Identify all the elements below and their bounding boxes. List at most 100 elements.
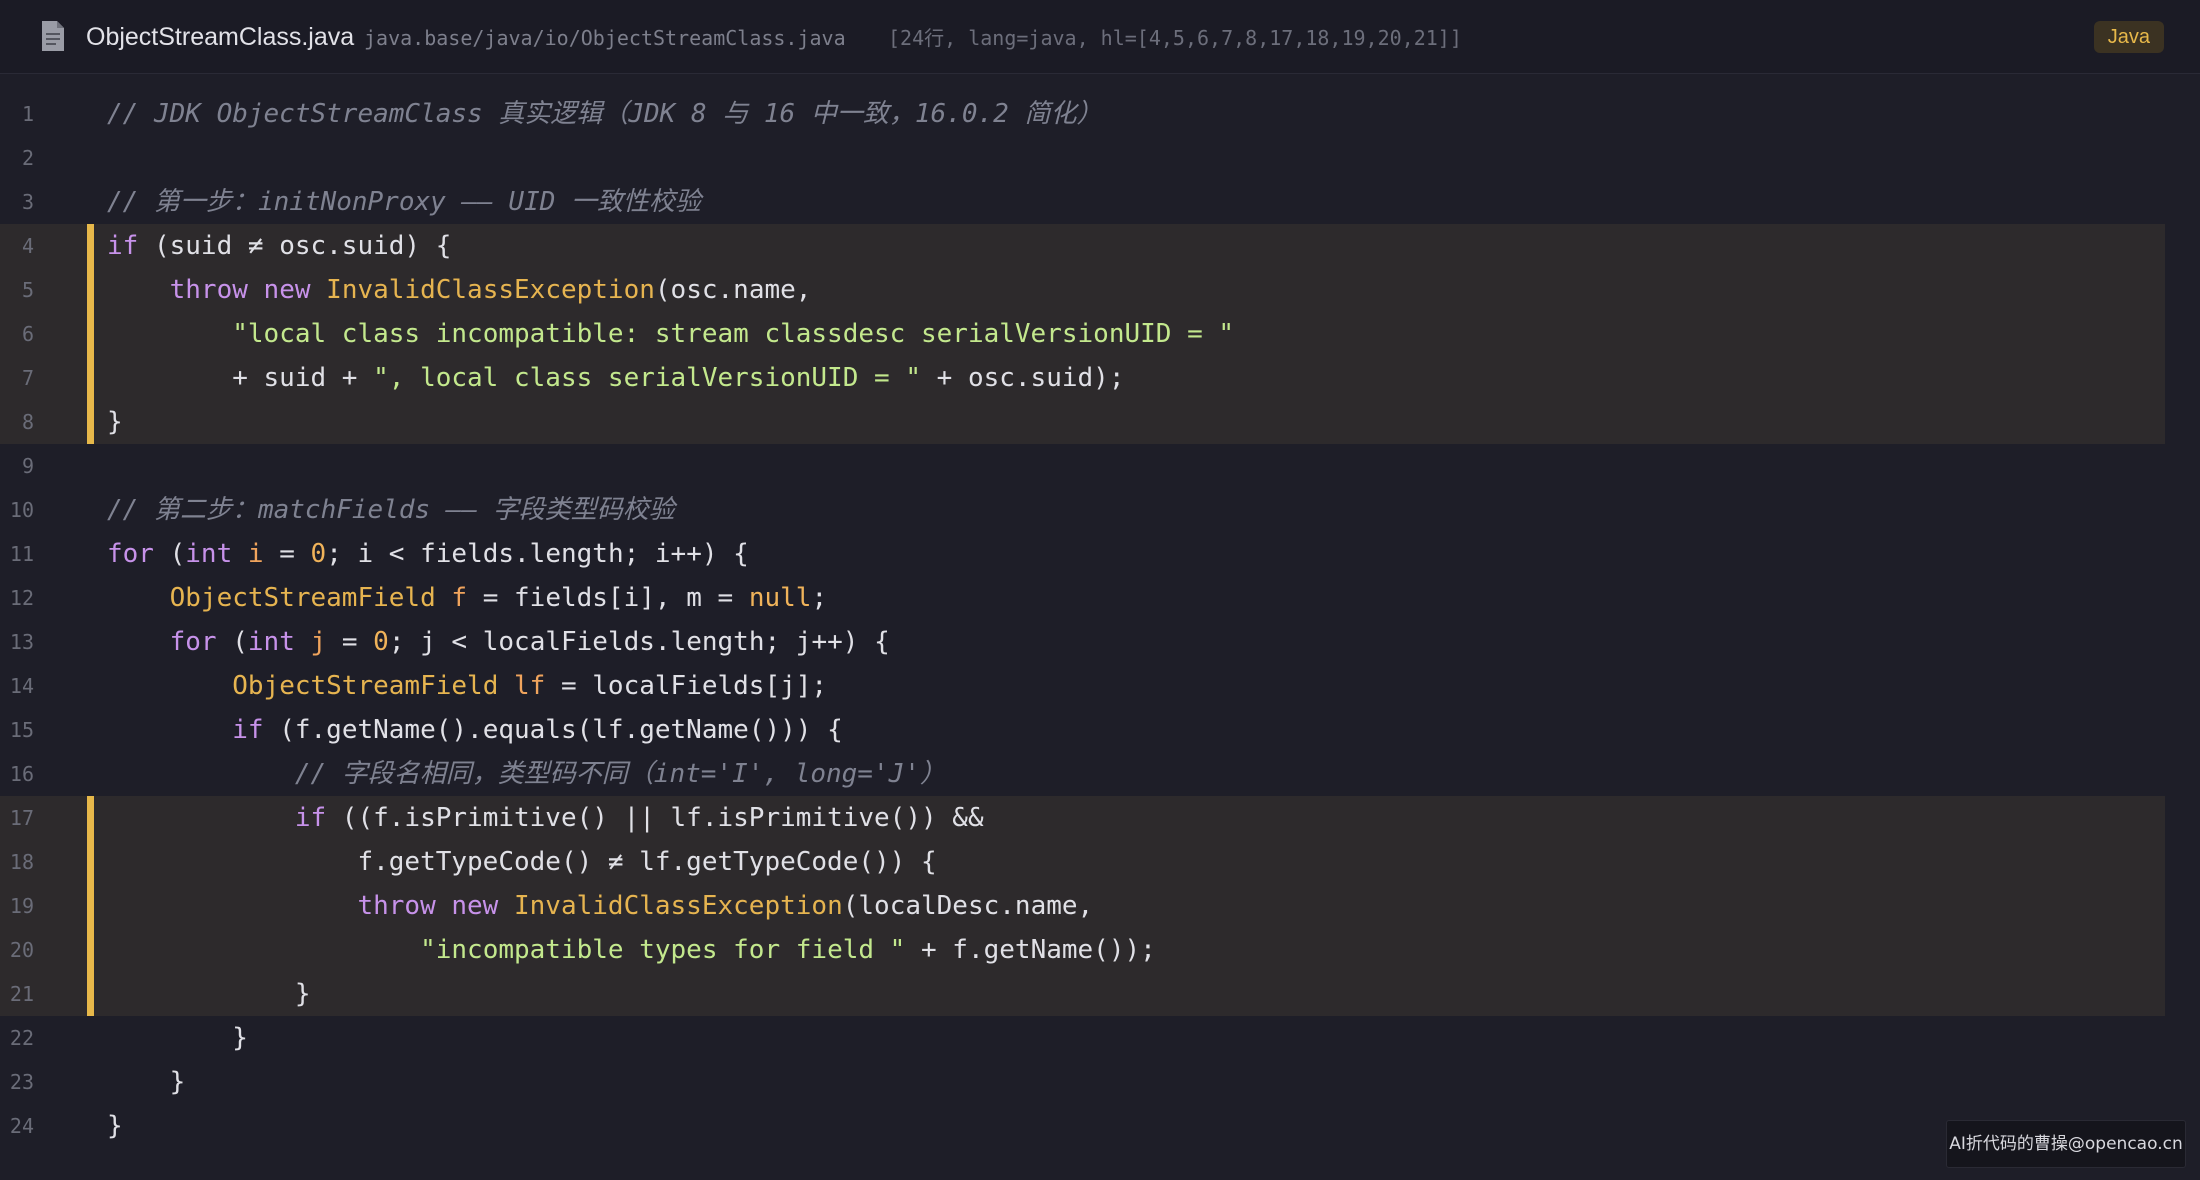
code-token: ( [153, 539, 186, 569]
code-token: for [169, 627, 217, 657]
code-line: 24} [0, 1104, 2165, 1148]
code-line: 21 } [0, 972, 2165, 1016]
code-token: (suid ≠ osc.suid) { [138, 231, 452, 261]
code-line: 2 [0, 136, 2165, 180]
line-number: 17 [9, 806, 34, 830]
code-token: // JDK ObjectStreamClass 真实逻辑（JDK 8 与 16… [107, 99, 1103, 129]
line-number: 1 [21, 102, 34, 126]
code-token: (localDesc.name, [842, 891, 1094, 921]
code-token: = [263, 539, 311, 569]
code-token: } [107, 1067, 186, 1097]
code-line: 1 // JDK ObjectStreamClass 真实逻辑（JDK 8 与 1… [0, 92, 2165, 136]
code-token: ObjectStreamField [169, 583, 436, 613]
code-line: 3 // 第一步：initNonProxy —— UID 一致性校验 [0, 180, 2165, 224]
line-number: 11 [9, 542, 34, 566]
code-line: 23 } [0, 1060, 2165, 1104]
code-token: 0 [310, 539, 327, 569]
line-number: 15 [9, 718, 34, 742]
code-text: if (suid ≠ osc.suid) { [107, 224, 451, 268]
code-token: } [107, 979, 311, 1009]
code-line: 18 f.getTypeCode() ≠ lf.getTypeCode()) { [0, 840, 2165, 884]
line-number: 21 [9, 982, 34, 1006]
code-text: throw new InvalidClassException(osc.name… [107, 268, 812, 312]
line-number: 12 [9, 586, 34, 610]
line-number: 18 [9, 850, 34, 874]
line-number: 23 [9, 1070, 34, 1094]
code-token: f.getTypeCode() ≠ lf.getTypeCode()) { [107, 847, 937, 877]
language-badge: Java [2093, 21, 2164, 53]
code-token: 0 [373, 627, 389, 657]
watermark: AI折代码的曹操@opencao.cn [1946, 1120, 2186, 1168]
code-text: f.getTypeCode() ≠ lf.getTypeCode()) { [107, 840, 937, 884]
line-number: 13 [9, 630, 34, 654]
code-text: if ((f.isPrimitive() || lf.isPrimitive()… [107, 796, 984, 840]
line-number: 3 [21, 190, 34, 214]
line-number: 24 [9, 1114, 34, 1138]
code-token: ((f.isPrimitive() || lf.isPrimitive()) &… [326, 803, 984, 833]
code-text: + suid + ", local class serialVersionUID… [107, 356, 1124, 400]
code-token: for [107, 539, 154, 569]
line-number: 4 [21, 234, 34, 258]
code-token: (f.getName().equals(lf.getName())) { [263, 715, 843, 745]
code-text: } [107, 1016, 248, 1060]
file-name: ObjectStreamClass.java [86, 23, 355, 51]
code-line: 11 for (int i = 0; i < fields.length; i++… [0, 532, 2165, 576]
code-token: = fields[i], m = [467, 583, 749, 613]
code-token: int [185, 539, 233, 569]
code-line: 15 if (f.getName().equals(lf.getName()))… [0, 708, 2165, 752]
code-token: i [247, 539, 264, 569]
code-line: 4 if (suid ≠ osc.suid) { [0, 224, 2165, 268]
code-line: 13 for (int j = 0; j < localFields.lengt… [0, 620, 2165, 664]
code-token: ObjectStreamField [232, 671, 499, 701]
code-token: lf [514, 671, 546, 701]
code-token: } [107, 1111, 123, 1141]
code-text: ObjectStreamField lf = localFields[j]; [107, 664, 827, 708]
code-token: + suid + [107, 363, 374, 393]
code-token: + f.getName()); [905, 935, 1156, 965]
code-token: InvalidClassException [514, 891, 843, 921]
code-token: ; j < localFields.length; j++) { [388, 627, 890, 657]
code-text: "local class incompatible: stream classd… [107, 312, 1234, 356]
file-icon [42, 21, 64, 51]
code-text: // 字段名相同，类型码不同（int='I', long='J'） [107, 752, 946, 796]
code-token: ; i < fields.length; i++) { [326, 539, 749, 569]
code-token: = [326, 627, 374, 657]
code-token: f [451, 583, 468, 613]
code-token: } [107, 407, 123, 437]
line-number: 22 [9, 1026, 34, 1050]
code-line: 19 throw new InvalidClassException(local… [0, 884, 2165, 928]
code-token: (osc.name, [654, 275, 812, 305]
code-line: 14 ObjectStreamField lf = localFields[j]… [0, 664, 2165, 708]
code-text: } [107, 1060, 186, 1104]
line-number: 19 [9, 894, 34, 918]
code-token: "local class incompatible: stream classd… [232, 319, 1235, 349]
line-number: 10 [9, 498, 34, 522]
file-header: ObjectStreamClass.java java.base/java/io… [0, 0, 2200, 74]
line-number: 14 [9, 674, 34, 698]
line-number: 7 [21, 366, 34, 390]
file-meta: [24行, lang=java, hl=[4,5,6,7,8,17,18,19,… [888, 26, 1462, 50]
code-token: ", local class serialVersionUID = " [373, 363, 921, 393]
code-token: if [294, 803, 327, 833]
code-text: // 第一步：initNonProxy —— UID 一致性校验 [107, 180, 701, 224]
code-view[interactable]: 1 // JDK ObjectStreamClass 真实逻辑（JDK 8 与 1… [0, 74, 2200, 1180]
code-line: 6 "local class incompatible: stream clas… [0, 312, 2165, 356]
line-number: 9 [21, 454, 34, 478]
line-number: 16 [9, 762, 34, 786]
code-token: int [247, 627, 295, 657]
code-text: ObjectStreamField f = fields[i], m = nul… [107, 576, 827, 620]
code-line: 17 if ((f.isPrimitive() || lf.isPrimitiv… [0, 796, 2165, 840]
